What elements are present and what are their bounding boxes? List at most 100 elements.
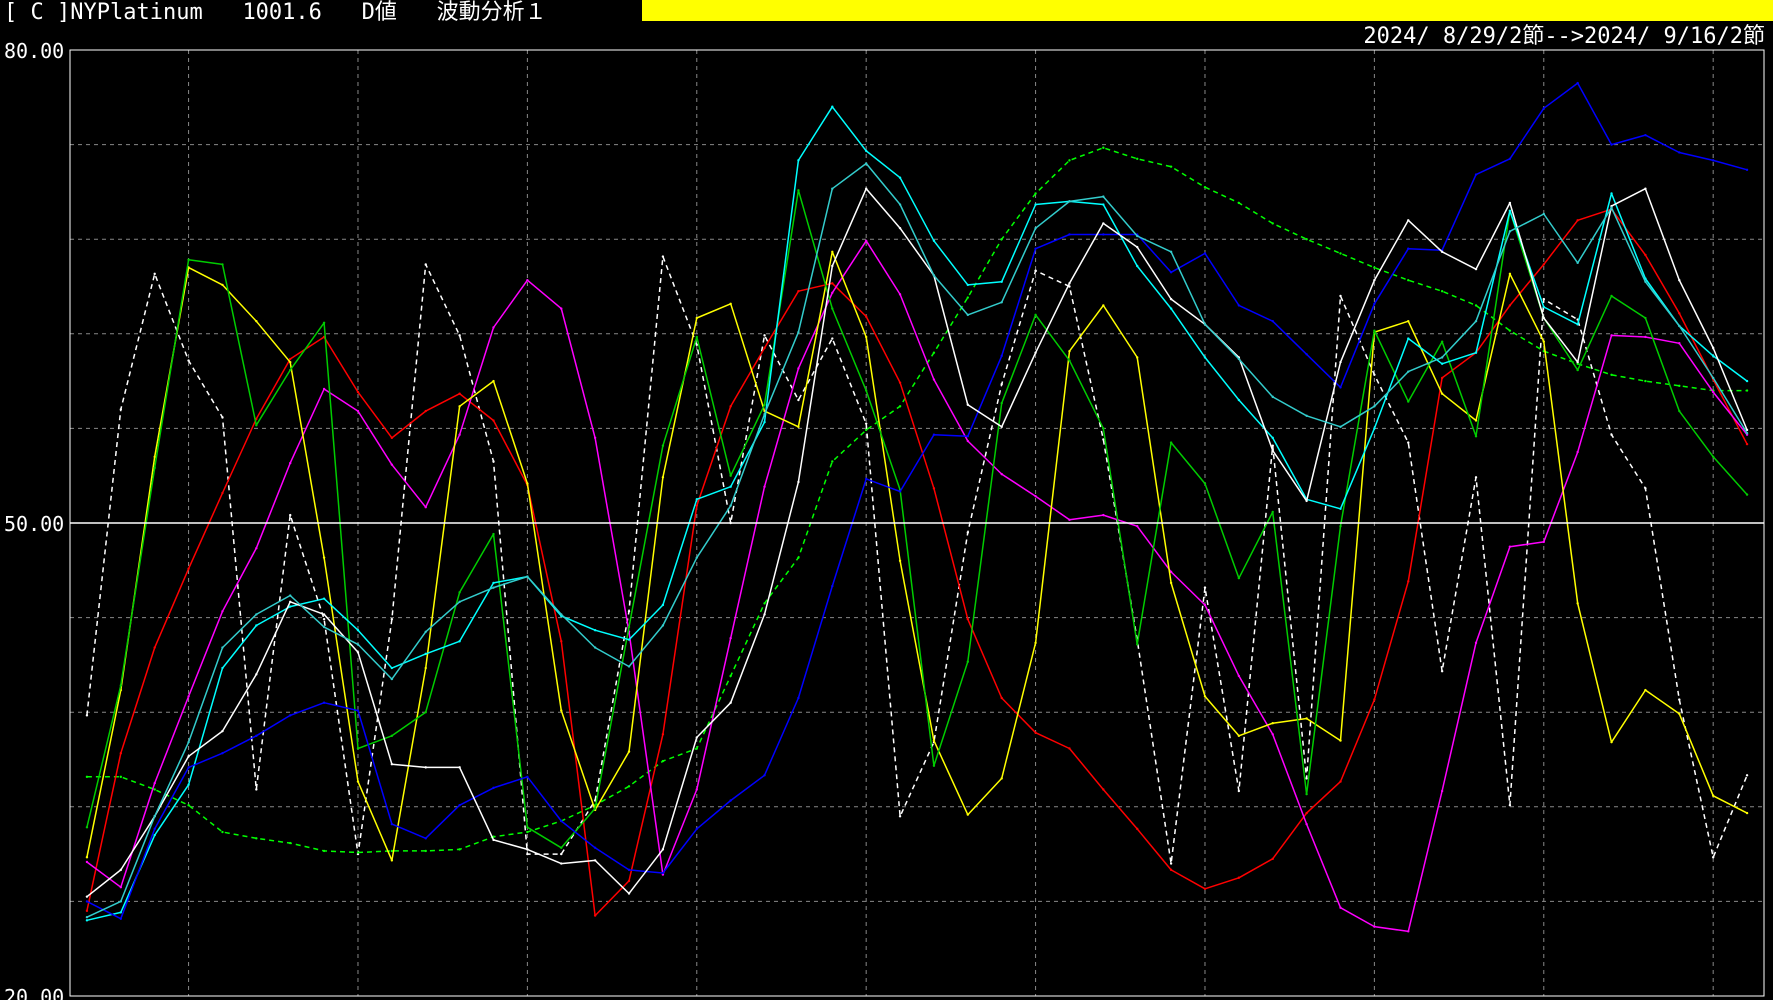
series-10-point — [560, 613, 563, 616]
series-3-point — [695, 504, 698, 507]
series-8-point — [492, 786, 495, 790]
series-2-point — [763, 602, 766, 605]
series-9-point — [458, 766, 461, 769]
series-line-2 — [86, 147, 1748, 854]
series-1-point — [492, 460, 495, 463]
series-5-point — [1000, 777, 1003, 780]
series-10-point — [1745, 431, 1749, 435]
series-7-point — [85, 919, 89, 922]
series-4-point — [966, 439, 970, 443]
series-10-point — [1440, 356, 1444, 359]
series-8-point — [831, 584, 834, 588]
series-5-point — [221, 283, 224, 287]
series-4-point — [1373, 925, 1376, 928]
series-4-point — [831, 291, 834, 295]
series-6-point — [661, 444, 665, 447]
series-10-point — [1102, 195, 1105, 198]
series-10-point — [1474, 319, 1478, 323]
series-6-point — [255, 424, 258, 427]
series-2-point — [289, 841, 292, 845]
series-line-5 — [86, 251, 1748, 862]
series-5-point — [1305, 717, 1308, 720]
series-1-point — [153, 272, 156, 276]
series-1-point — [1711, 856, 1715, 859]
series-5-point — [966, 813, 970, 816]
y-tick-label: 80.00 — [4, 39, 64, 63]
series-10-point — [593, 646, 597, 649]
series-2-point — [1644, 379, 1647, 383]
series-8-point — [1102, 233, 1105, 236]
series-10-point — [1576, 261, 1579, 265]
series-10-point — [627, 665, 631, 668]
series-2-point — [1169, 165, 1173, 168]
series-4-point — [1474, 641, 1478, 645]
series-2-point — [356, 851, 360, 854]
series-10-point — [1305, 414, 1308, 417]
series-3-point — [898, 381, 902, 384]
series-9-point — [1678, 278, 1681, 282]
series-1-point — [85, 714, 89, 717]
series-line-1 — [86, 255, 1748, 865]
series-10-point — [458, 600, 461, 604]
series-4-point — [864, 239, 868, 242]
series-8-point — [1610, 143, 1613, 146]
series-8-point — [356, 709, 360, 712]
series-8-point — [1644, 133, 1647, 137]
series-10-point — [1373, 405, 1376, 408]
series-1-point — [289, 513, 292, 517]
series-8-point — [695, 827, 698, 831]
series-7-point — [797, 159, 800, 162]
series-2-point — [187, 804, 190, 807]
series-1-point — [1169, 862, 1173, 865]
series-8-point — [661, 871, 665, 875]
series-8-point — [1203, 252, 1207, 255]
series-10-point — [1000, 301, 1003, 304]
series-4-point — [932, 378, 936, 381]
series-7-point — [831, 105, 834, 108]
series-4-point — [390, 463, 394, 466]
series-5-point — [1136, 356, 1139, 359]
series-2-point — [255, 837, 258, 840]
series-10-point — [864, 162, 868, 165]
series-6-point — [492, 532, 495, 536]
series-7-point — [1102, 203, 1105, 206]
series-2-point — [424, 849, 427, 853]
series-4-point — [1102, 513, 1105, 517]
series-2-point — [695, 747, 698, 750]
series-3-point — [966, 617, 970, 621]
series-1-point — [1610, 433, 1613, 436]
series-6-point — [763, 403, 766, 406]
series-4-point — [1203, 603, 1207, 607]
series-3-point — [729, 405, 732, 408]
series-6-point — [1610, 294, 1613, 298]
series-3-point — [627, 879, 631, 883]
series-2-point — [153, 788, 156, 791]
series-3-point — [1542, 263, 1545, 266]
series-2-point — [1000, 238, 1003, 241]
series-6-point — [1203, 482, 1207, 485]
series-4-point — [1678, 342, 1681, 345]
series-2-point — [1305, 238, 1308, 241]
series-5-point — [932, 739, 936, 742]
series-5-point — [289, 360, 292, 364]
series-8-point — [1542, 107, 1545, 110]
series-1-point — [1339, 294, 1342, 298]
series-1-point — [1440, 670, 1444, 673]
series-6-point — [424, 711, 427, 714]
series-8-point — [1508, 157, 1512, 160]
series-6-point — [390, 734, 394, 738]
series-10-point — [1644, 280, 1647, 283]
y-tick-label: 50.00 — [4, 512, 64, 536]
series-8-point — [560, 819, 563, 823]
series-4-point — [356, 409, 360, 413]
series-5-point — [560, 709, 563, 712]
series-5-point — [1169, 581, 1173, 585]
series-10-point — [695, 556, 698, 559]
series-1-point — [1474, 476, 1478, 479]
series-7-point — [1610, 192, 1613, 195]
series-9-point — [322, 613, 326, 616]
series-1-point — [695, 343, 698, 347]
series-9-point — [1407, 219, 1410, 222]
series-3-point — [1407, 580, 1410, 583]
series-4-point — [1271, 733, 1274, 736]
